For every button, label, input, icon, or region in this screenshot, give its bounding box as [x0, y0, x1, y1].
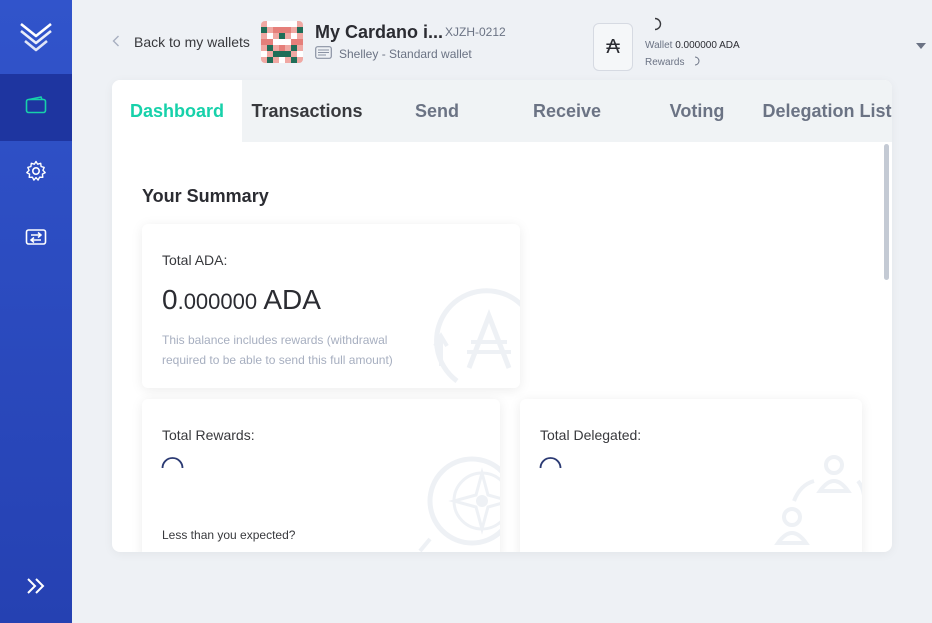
total-ada-unit: ADA [263, 284, 321, 315]
less-than-expected-link[interactable]: Less than you expected? [162, 528, 295, 542]
loading-spinner-icon [161, 456, 185, 475]
wallet-balance-amount: 0.000000 ADA [675, 40, 740, 51]
tab-delegation-list[interactable]: Delegation List [762, 80, 892, 142]
total-ada-note: This balance includes rewards (withdrawa… [162, 333, 393, 367]
tab-bar: Dashboard Transactions Send Receive Voti… [112, 80, 892, 142]
total-delegated-card: Total Delegated: [520, 399, 862, 552]
ada-refresh-icon [427, 286, 520, 388]
chevron-left-icon [112, 34, 120, 50]
tab-send[interactable]: Send [372, 80, 502, 142]
main-card: Dashboard Transactions Send Receive Voti… [112, 80, 892, 552]
loading-spinner-icon [684, 56, 700, 69]
wallet-balance: Wallet 0.000000 ADA [645, 40, 740, 51]
sidebar-item-transfer[interactable] [0, 206, 72, 273]
loading-spinner-icon [539, 456, 563, 475]
tab-transactions[interactable]: Transactions [242, 80, 372, 142]
transfer-icon [25, 228, 47, 251]
back-to-wallets-link[interactable]: Back to my wallets [112, 32, 250, 52]
tab-dashboard[interactable]: Dashboard [112, 80, 242, 142]
sidebar-item-wallets[interactable] [0, 74, 72, 141]
sidebar [0, 0, 72, 623]
wallet-type: Shelley - Standard wallet [315, 46, 472, 62]
wallet-dropdown-button[interactable] [915, 37, 927, 55]
scrollbar-thumb[interactable] [884, 144, 889, 280]
wallet-balance-label: Wallet [645, 40, 673, 51]
tab-receive[interactable]: Receive [502, 80, 632, 142]
sidebar-expand-button[interactable] [0, 555, 72, 622]
total-ada-value: 0.000000 ADA [162, 284, 321, 316]
wallet-avatar [261, 21, 303, 63]
wallet-name: My Cardano i... [315, 22, 444, 42]
total-delegated-label: Total Delegated: [540, 427, 642, 443]
back-label: Back to my wallets [134, 34, 250, 50]
total-rewards-card: Total Rewards: Less than you expected? [142, 399, 500, 552]
ada-currency-icon: ₳ [593, 23, 633, 71]
total-ada-integer: 0 [162, 284, 178, 315]
summary-title: Your Summary [142, 186, 269, 206]
wallet-type-label: Shelley - Standard wallet [339, 47, 472, 61]
total-ada-label: Total ADA: [162, 252, 228, 268]
wallet-type-icon [315, 46, 339, 62]
compass-icon [410, 451, 500, 552]
tab-voting[interactable]: Voting [632, 80, 762, 142]
people-delegation-icon [770, 451, 862, 552]
total-rewards-label: Total Rewards: [162, 427, 255, 443]
rewards-label: Rewards [645, 57, 685, 68]
wallet-plate: XJZH-0212 [445, 25, 506, 39]
double-chevron-right-icon [25, 577, 47, 600]
yoroi-logo-icon[interactable] [0, 0, 72, 74]
wallet-icon [25, 96, 47, 119]
rewards-balance: Rewards [645, 56, 700, 69]
total-ada-fraction: .000000 [177, 289, 258, 314]
gear-icon [25, 160, 47, 187]
total-ada-card: Total ADA: 0.000000 ADA This balance inc… [142, 224, 520, 388]
sidebar-item-settings[interactable] [0, 140, 72, 207]
caret-down-icon [915, 37, 927, 54]
loading-spinner-icon [650, 17, 662, 36]
